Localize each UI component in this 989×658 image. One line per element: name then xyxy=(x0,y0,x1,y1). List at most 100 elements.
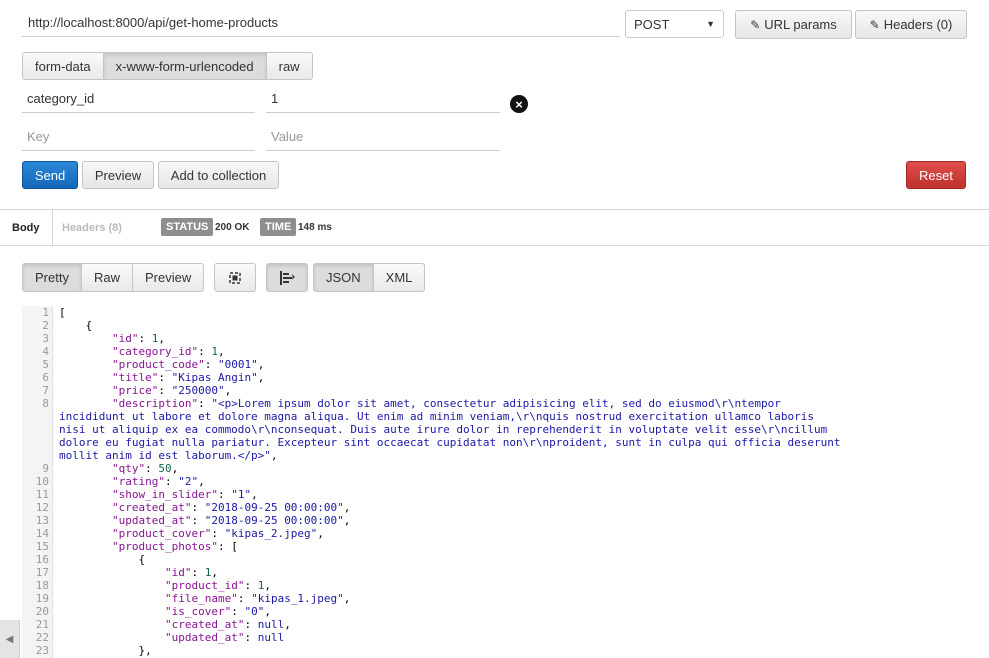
code-text: "is_cover": "0", xyxy=(164,605,271,618)
code-line: 19 "file_name": "kipas_1.jpeg", xyxy=(22,592,989,605)
body-mode-group: form-data x-www-form-urlencoded raw xyxy=(22,52,313,80)
tab-headers[interactable]: Headers (8) xyxy=(50,210,134,245)
code-text: dolore eu fugiat nulla pariatur. Excepte… xyxy=(59,436,841,449)
code-text: nisi ut aliquip ex ea commodo\r\nconsequ… xyxy=(59,423,828,436)
line-number: 12 xyxy=(35,501,49,514)
line-number: 11 xyxy=(35,488,49,501)
code-text: "qty": 50, xyxy=(111,462,179,475)
code-line: 2 { xyxy=(22,319,989,332)
wrap-toggle-button[interactable] xyxy=(266,263,308,292)
code-text: { xyxy=(59,553,146,566)
view-raw[interactable]: Raw xyxy=(80,263,133,292)
code-text: [ xyxy=(59,306,66,319)
line-number: 1 xyxy=(42,306,49,319)
line-number: 14 xyxy=(35,527,49,540)
status-badge: STATUS xyxy=(161,218,214,236)
code-text: "product_cover": "kipas_2.jpeg", xyxy=(111,527,324,540)
tab-body[interactable]: Body xyxy=(0,210,53,245)
reset-button[interactable]: Reset xyxy=(906,161,966,189)
line-number: 10 xyxy=(35,475,49,488)
line-number: 3 xyxy=(42,332,49,345)
send-button[interactable]: Send xyxy=(22,161,78,189)
code-text: "created_at": null, xyxy=(164,618,291,631)
line-number: 19 xyxy=(35,592,49,605)
code-line: 22 "updated_at": null xyxy=(22,631,989,644)
code-line: 12 "created_at": "2018-09-25 00:00:00", xyxy=(22,501,989,514)
line-number: 16 xyxy=(35,553,49,566)
response-code-viewer[interactable]: 1[2 {3 "id": 1, 4 "category_id": 1, 5 "pro… xyxy=(22,306,989,658)
code-text: "category_id": 1, xyxy=(111,345,225,358)
code-line: 13 "updated_at": "2018-09-25 00:00:00", xyxy=(22,514,989,527)
body-mode-raw[interactable]: raw xyxy=(265,52,313,80)
line-number: 20 xyxy=(35,605,49,618)
wrap-lines-icon xyxy=(280,270,295,285)
code-line: 8 "description": "<p>Lorem ipsum dolor s… xyxy=(22,397,989,410)
code-line: 11 "show_in_slider": "1", xyxy=(22,488,989,501)
code-line: 6 "title": "Kipas Angin", xyxy=(22,371,989,384)
new-key-field[interactable]: Key xyxy=(22,123,255,151)
code-text: "updated_at": "2018-09-25 00:00:00", xyxy=(111,514,351,527)
line-number: 23 xyxy=(35,644,49,657)
preview-button[interactable]: Preview xyxy=(82,161,154,189)
code-line: 17 "id": 1, xyxy=(22,566,989,579)
code-text: "updated_at": null xyxy=(164,631,285,644)
url-params-button[interactable]: ✎ URL params xyxy=(735,10,852,39)
collapse-sidebar-icon[interactable]: ◀ xyxy=(0,620,20,658)
method-select[interactable]: POST ▼ xyxy=(625,10,724,38)
code-line: 16 { xyxy=(22,553,989,566)
code-text: "description": "<p>Lorem ipsum dolor sit… xyxy=(111,397,781,410)
code-text: "title": "Kipas Angin", xyxy=(111,371,265,384)
line-number: 21 xyxy=(35,618,49,631)
code-text: "rating": "2", xyxy=(111,475,205,488)
code-line: mollit anim id est laborum.</p>", xyxy=(22,449,989,462)
line-number: 4 xyxy=(42,345,49,358)
code-line: 4 "category_id": 1, xyxy=(22,345,989,358)
line-number: 9 xyxy=(42,462,49,475)
method-value: POST xyxy=(634,16,670,32)
view-preview[interactable]: Preview xyxy=(131,263,205,292)
param-value-field[interactable]: 1 xyxy=(266,85,500,113)
code-text: "file_name": "kipas_1.jpeg", xyxy=(164,592,351,605)
body-mode-urlencoded[interactable]: x-www-form-urlencoded xyxy=(102,52,267,80)
status-value: 200 OK xyxy=(215,221,250,233)
code-line: 18 "product_id": 1, xyxy=(22,579,989,592)
fullscreen-button[interactable] xyxy=(214,263,256,292)
view-pretty[interactable]: Pretty xyxy=(22,263,82,292)
line-number: 7 xyxy=(42,384,49,397)
code-line: 9 "qty": 50, xyxy=(22,462,989,475)
line-number: 13 xyxy=(35,514,49,527)
edit-icon: ✎ xyxy=(869,17,880,32)
add-to-collection-button[interactable]: Add to collection xyxy=(158,161,279,189)
code-text: "product_code": "0001", xyxy=(111,358,265,371)
code-line: nisi ut aliquip ex ea commodo\r\nconsequ… xyxy=(22,423,989,436)
headers-button[interactable]: ✎ Headers (0) xyxy=(855,10,967,39)
code-line: 5 "product_code": "0001", xyxy=(22,358,989,371)
format-xml[interactable]: XML xyxy=(372,263,426,292)
time-value: 148 ms xyxy=(298,221,332,233)
code-line: 20 "is_cover": "0", xyxy=(22,605,989,618)
url-input[interactable] xyxy=(22,8,620,37)
code-text: }, xyxy=(59,644,152,657)
divider xyxy=(0,245,989,246)
delete-param-icon[interactable]: × xyxy=(510,95,528,113)
code-line: 10 "rating": "2", xyxy=(22,475,989,488)
chevron-down-icon: ▼ xyxy=(706,19,715,29)
code-text: "created_at": "2018-09-25 00:00:00", xyxy=(111,501,351,514)
body-mode-form-data[interactable]: form-data xyxy=(22,52,104,80)
param-key-field[interactable]: category_id xyxy=(22,85,255,113)
code-text: mollit anim id est laborum.</p>", xyxy=(59,449,278,462)
format-json[interactable]: JSON xyxy=(313,263,374,292)
code-text: "show_in_slider": "1", xyxy=(111,488,258,501)
url-params-label: URL params xyxy=(764,17,837,32)
line-number: 8 xyxy=(42,397,49,410)
code-line: dolore eu fugiat nulla pariatur. Excepte… xyxy=(22,436,989,449)
line-number: 18 xyxy=(35,579,49,592)
code-text: incididunt ut labore et dolore magna ali… xyxy=(59,410,814,423)
code-line: 15 "product_photos": [ xyxy=(22,540,989,553)
code-line: 7 "price": "250000", xyxy=(22,384,989,397)
new-value-field[interactable]: Value xyxy=(266,123,500,151)
code-text: "price": "250000", xyxy=(111,384,232,397)
edit-icon: ✎ xyxy=(750,17,761,32)
line-number: 2 xyxy=(42,319,49,332)
code-line: 21 "created_at": null, xyxy=(22,618,989,631)
